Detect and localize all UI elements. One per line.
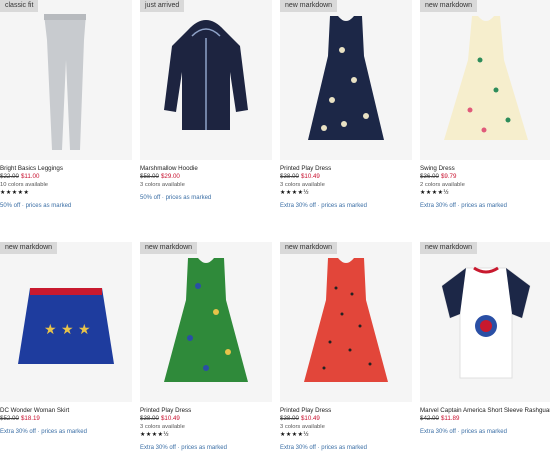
rashguard-illustration	[441, 266, 531, 379]
promo-text: Extra 30% off · prices as marked	[0, 429, 87, 435]
skirt-illustration: ★ ★ ★	[18, 288, 114, 364]
product-image[interactable]: new markdown	[280, 242, 412, 402]
product-card-printed-play-dress-navy[interactable]: new markdown Printed Play Dress $38.00 $1…	[280, 0, 412, 210]
product-badge: new markdown	[140, 242, 198, 254]
product-price: $42.00 $11.89	[420, 415, 460, 422]
product-image[interactable]: new markdown	[280, 0, 412, 160]
product-badge: just arrived	[140, 0, 185, 12]
product-name[interactable]: Swing Dress	[420, 165, 550, 173]
product-badge: new markdown	[280, 242, 338, 254]
product-name[interactable]: Printed Play Dress	[140, 407, 272, 415]
promo-text: Extra 30% off · prices as marked	[420, 429, 507, 435]
product-price: $36.00 $9.79	[420, 173, 457, 180]
svg-text:★ ★ ★: ★ ★ ★	[44, 322, 91, 338]
colors-available: 3 colors available	[280, 182, 325, 188]
product-price: $38.00 $10.49	[140, 415, 180, 422]
product-price: $38.00 $10.49	[280, 173, 320, 180]
promo-text: Extra 30% off · prices as marked	[280, 445, 367, 451]
product-name[interactable]: Bright Basics Leggings	[0, 165, 132, 173]
star-rating: ★★★★½	[280, 432, 310, 438]
colors-available: 10 colors available	[0, 182, 49, 188]
promo-text: 50% off · prices as marked	[0, 203, 72, 209]
leggings-illustration	[44, 14, 86, 150]
product-price: $22.00 $11.00	[0, 173, 40, 180]
product-image[interactable]: new markdown	[420, 0, 550, 160]
promo-text: Extra 30% off · prices as marked	[420, 203, 507, 209]
star-rating: ★★★★½	[280, 190, 310, 196]
promo-text: 50% off · prices as marked	[140, 195, 212, 201]
product-card-leggings[interactable]: classic fit Bright Basics Leggings $22.0…	[0, 0, 132, 210]
product-name[interactable]: Printed Play Dress	[280, 165, 412, 173]
product-card-rashguard[interactable]: new markdown Marvel Captain America Shor…	[420, 242, 550, 436]
product-name[interactable]: Marshmallow Hoodie	[140, 165, 272, 173]
hoodie-illustration	[164, 20, 248, 130]
product-card-printed-play-dress-green[interactable]: new markdown Printed Play Dress $38.00 $1…	[140, 242, 272, 452]
star-rating: ★★★★½	[140, 432, 170, 438]
star-rating: ★★★★½	[420, 190, 450, 196]
colors-available: 3 colors available	[280, 424, 325, 430]
colors-available: 3 colors available	[140, 182, 185, 188]
product-image[interactable]: new markdown	[140, 242, 272, 402]
promo-text: Extra 30% off · prices as marked	[140, 445, 227, 451]
product-badge: new markdown	[280, 0, 338, 12]
product-card-swing-dress[interactable]: new markdown Swing Dress $36.00 $9.79 2 c…	[420, 0, 550, 210]
product-badge: new markdown	[420, 242, 478, 254]
colors-available: 3 colors available	[140, 424, 185, 430]
navy-dress-illustration	[308, 16, 384, 140]
product-image[interactable]: new markdown	[420, 242, 550, 402]
product-price: $52.00 $18.19	[0, 415, 40, 422]
product-badge: classic fit	[0, 0, 39, 12]
swing-dress-illustration	[444, 16, 528, 140]
red-dress-illustration	[304, 258, 388, 382]
promo-text: Extra 30% off · prices as marked	[280, 203, 367, 209]
product-badge: new markdown	[420, 0, 478, 12]
product-name[interactable]: Marvel Captain America Short Sleeve Rash…	[420, 407, 550, 415]
product-image[interactable]: classic fit	[0, 0, 132, 160]
product-card-hoodie[interactable]: just arrived Marshmallow Hoodie $58.00 $2…	[140, 0, 272, 202]
product-name[interactable]: DC Wonder Woman Skirt	[0, 407, 132, 415]
product-image[interactable]: just arrived	[140, 0, 272, 160]
product-price: $38.00 $10.49	[280, 415, 320, 422]
green-dress-illustration	[164, 258, 248, 382]
product-card-printed-play-dress-red[interactable]: new markdown Printed Play Dress $38.00 $1…	[280, 242, 412, 452]
product-price: $58.00 $29.00	[140, 173, 180, 180]
product-card-wonder-woman-skirt[interactable]: ★ ★ ★ new markdown DC Wonder Woman Skirt…	[0, 242, 132, 436]
star-rating: ★★★★★	[0, 190, 30, 196]
product-image[interactable]: ★ ★ ★ new markdown	[0, 242, 132, 402]
product-badge: new markdown	[0, 242, 58, 254]
product-name[interactable]: Printed Play Dress	[280, 407, 412, 415]
colors-available: 2 colors available	[420, 182, 465, 188]
